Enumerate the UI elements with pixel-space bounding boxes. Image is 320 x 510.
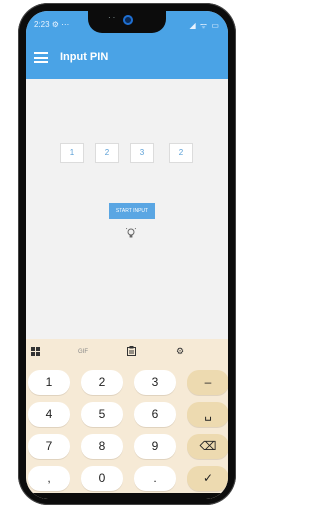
clipboard-icon[interactable] (127, 346, 136, 356)
key-5[interactable]: 5 (81, 402, 123, 427)
pin-digit-2[interactable]: 2 (95, 143, 119, 163)
status-icons: ◢ ᯤ ▭ (189, 21, 220, 30)
navigation-bar (26, 493, 228, 499)
page-title: Input PIN (60, 51, 109, 63)
menu-icon[interactable] (34, 52, 48, 63)
pin-digit-4[interactable]: 2 (169, 143, 193, 163)
gear-icon[interactable]: ⚙ (176, 346, 184, 357)
key-7[interactable]: 7 (28, 434, 70, 459)
key-0[interactable]: 0 (81, 466, 123, 491)
phone-screen: 2:23 ⚙ ⋯ ◢ ᯤ ▭ ·· Input PIN 1 2 3 2 STAR… (26, 11, 228, 499)
key-6[interactable]: 6 (134, 402, 176, 427)
backspace-key[interactable]: ⌫ (187, 434, 228, 459)
camera-notch: ·· (88, 11, 166, 33)
keyboard-toolbar: GIF ⚙ (26, 339, 228, 365)
key-1[interactable]: 1 (28, 370, 70, 395)
gif-button[interactable]: GIF (78, 349, 88, 355)
key-3[interactable]: 3 (134, 370, 176, 395)
minus-key[interactable]: – (187, 370, 228, 395)
app-bar: Input PIN (26, 37, 228, 79)
numeric-keyboard: GIF ⚙ 1 2 3 – 4 5 6 ␣ 7 8 9 ⌫ , 0 . ✓ (26, 339, 228, 499)
status-time: 2:23 ⚙ ⋯ (34, 20, 70, 29)
key-9[interactable]: 9 (134, 434, 176, 459)
grid-icon[interactable] (31, 347, 40, 356)
enter-key[interactable]: ✓ (187, 466, 228, 491)
space-key[interactable]: ␣ (187, 402, 228, 427)
period-key[interactable]: . (134, 466, 176, 491)
status-bar: 2:23 ⚙ ⋯ ◢ ᯤ ▭ ·· (26, 11, 228, 37)
notch-dots: ·· (108, 13, 118, 22)
key-4[interactable]: 4 (28, 402, 70, 427)
pin-digit-3[interactable]: 3 (130, 143, 154, 163)
key-8[interactable]: 8 (81, 434, 123, 459)
comma-key[interactable]: , (28, 466, 70, 491)
key-2[interactable]: 2 (81, 370, 123, 395)
lightbulb-icon (126, 228, 136, 238)
main-content: 1 2 3 2 START INPUT (26, 79, 228, 339)
front-camera-icon (123, 15, 133, 25)
start-input-button[interactable]: START INPUT (109, 203, 155, 219)
pin-digit-1[interactable]: 1 (60, 143, 84, 163)
